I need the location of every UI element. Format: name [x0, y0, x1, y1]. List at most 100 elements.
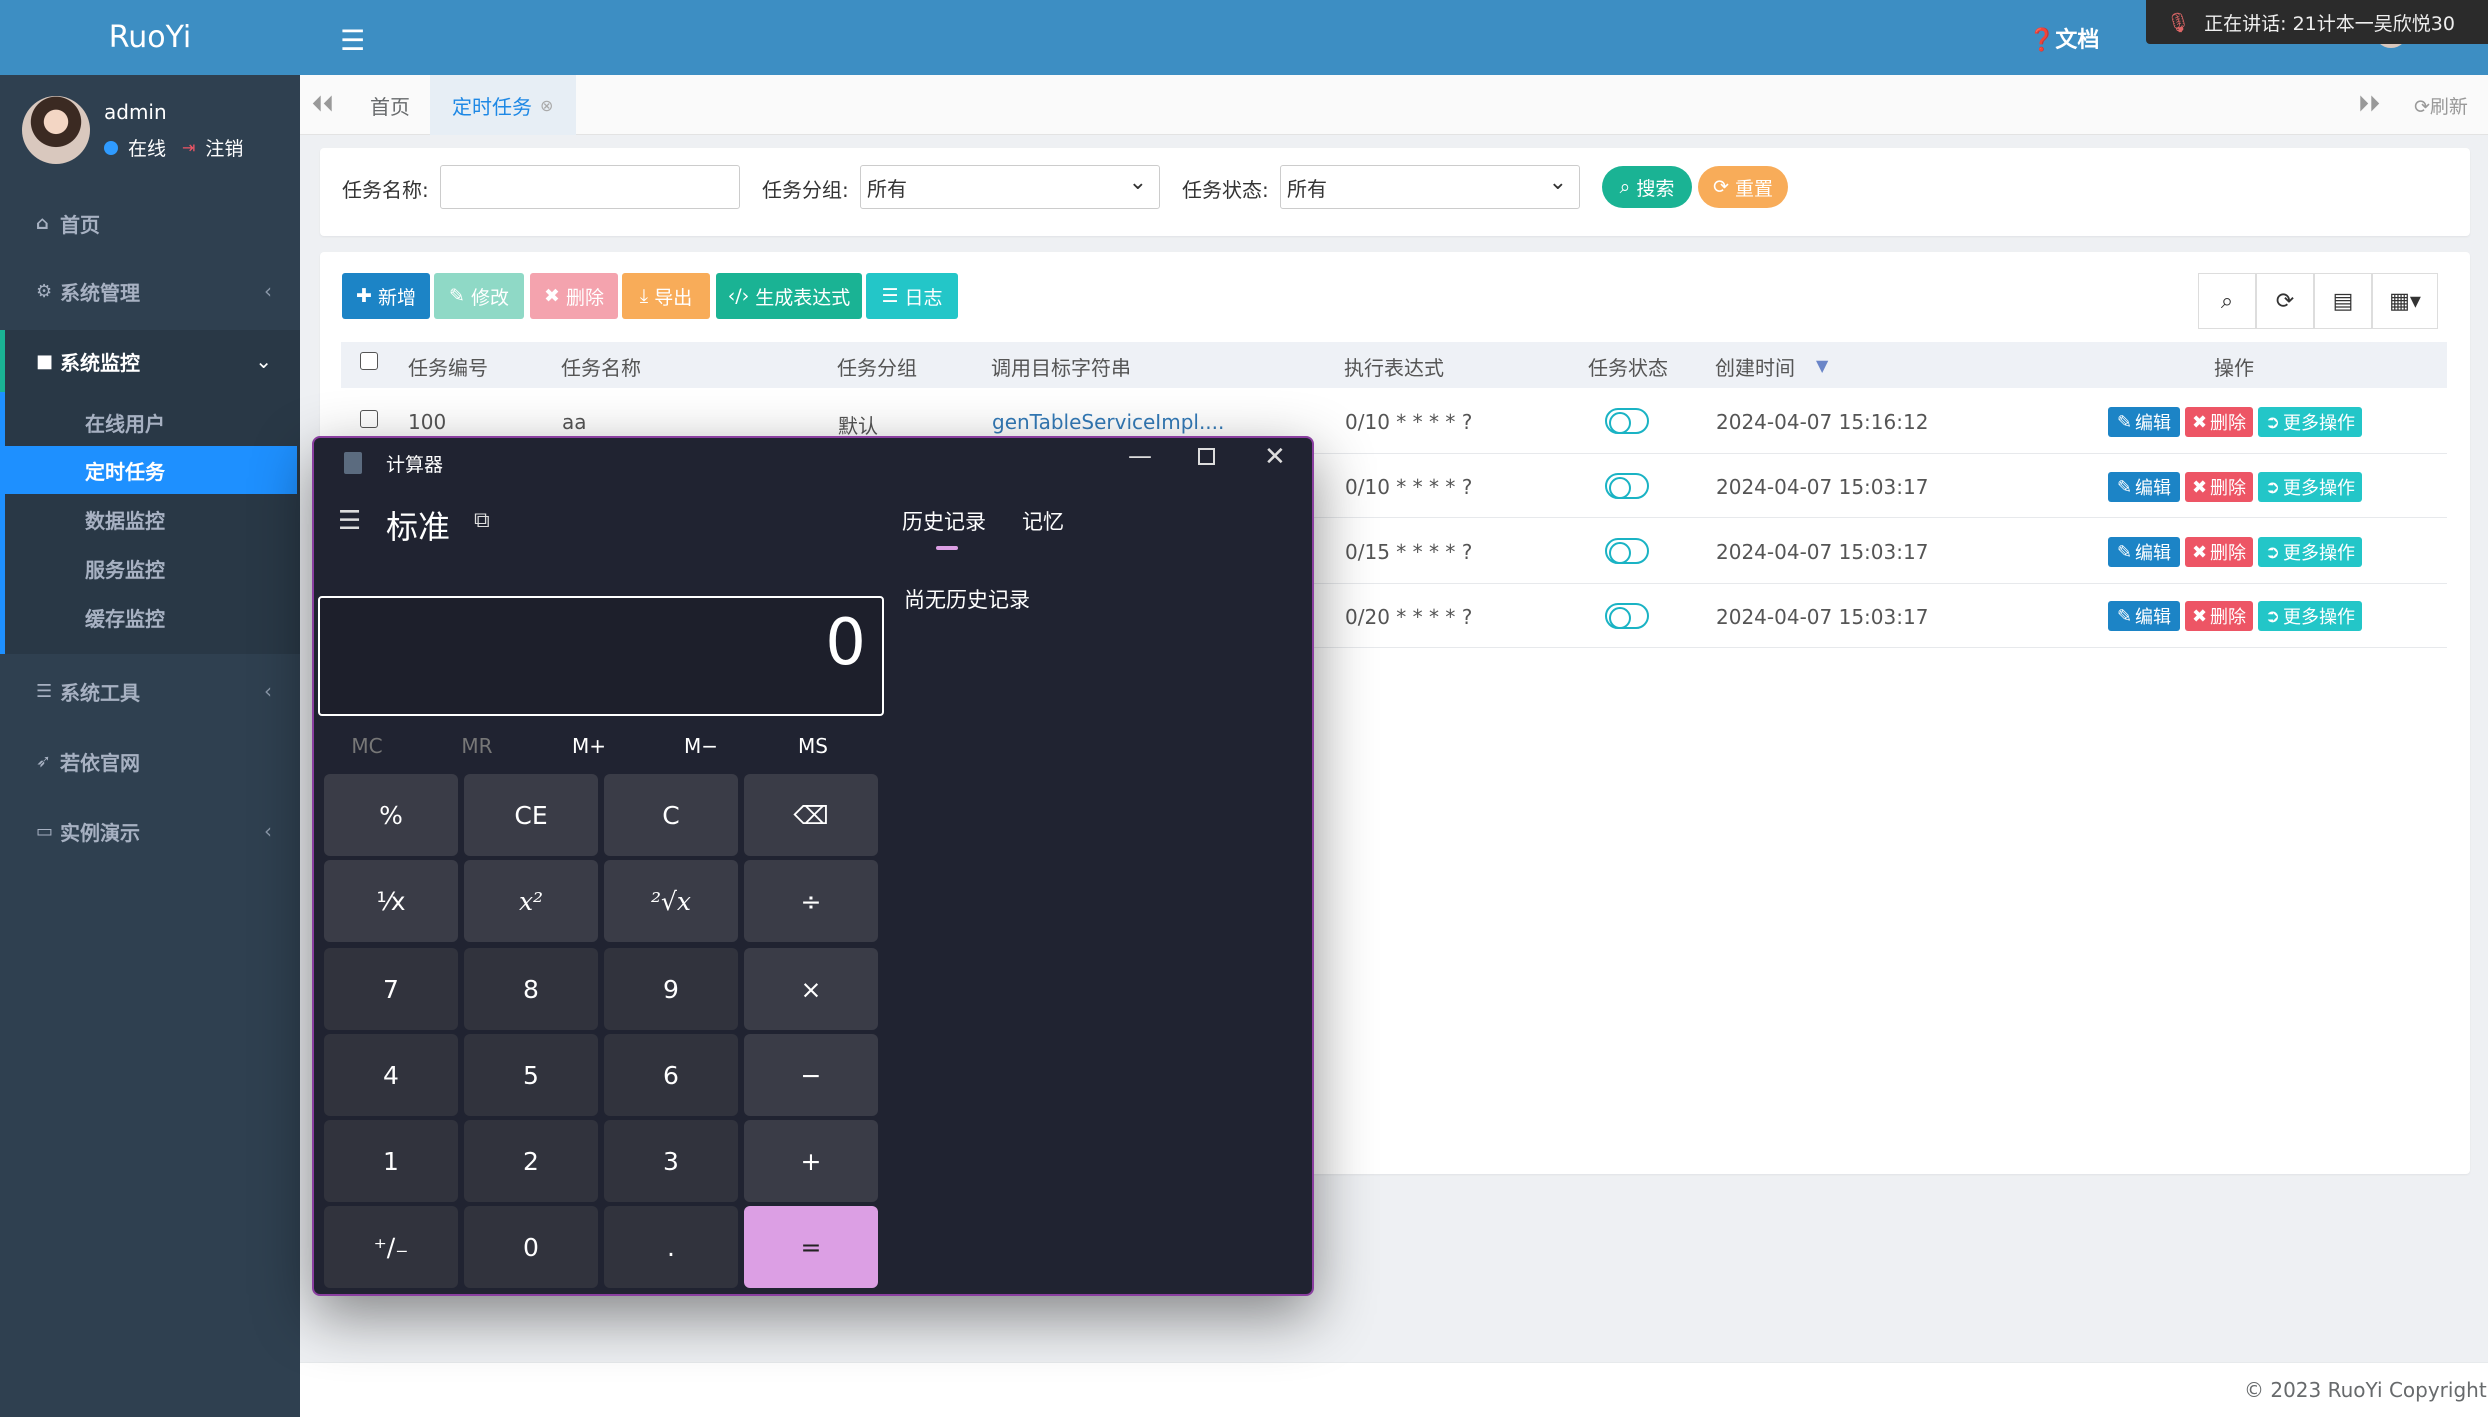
- tab-scroll-left-icon[interactable]: ⏴⏴: [312, 92, 334, 117]
- col-status[interactable]: 任务状态: [1588, 352, 1668, 381]
- digit-6-key[interactable]: 6: [604, 1034, 738, 1116]
- row-more-button[interactable]: ➲ 更多操作: [2258, 601, 2362, 631]
- close-icon[interactable]: ✕: [1264, 442, 1286, 472]
- tab-jobs[interactable]: 定时任务 ⊗: [430, 75, 576, 135]
- digit-0-key[interactable]: 0: [464, 1206, 598, 1288]
- reset-button[interactable]: ⟳ 重置: [1698, 166, 1788, 208]
- row-more-button[interactable]: ➲ 更多操作: [2258, 407, 2362, 437]
- keep-on-top-icon[interactable]: ⧉: [474, 508, 490, 533]
- status-toggle[interactable]: [1605, 473, 1649, 499]
- docs-link[interactable]: ❓文档: [2028, 22, 2099, 54]
- task-group-select[interactable]: 所有: [860, 165, 1160, 209]
- status-toggle[interactable]: [1605, 603, 1649, 629]
- row-edit-button[interactable]: ✎ 编辑: [2108, 601, 2180, 631]
- row-edit-button[interactable]: ✎ 编辑: [2108, 407, 2180, 437]
- digit-9-key[interactable]: 9: [604, 948, 738, 1030]
- col-group[interactable]: 任务分组: [837, 352, 917, 381]
- row-checkbox[interactable]: [360, 410, 378, 428]
- digit-2-key[interactable]: 2: [464, 1120, 598, 1202]
- row-edit-button[interactable]: ✎ 编辑: [2108, 537, 2180, 567]
- close-icon[interactable]: ⊗: [540, 96, 553, 115]
- row-delete-button[interactable]: ✖ 删除: [2185, 601, 2253, 631]
- columns-button[interactable]: ▦▾: [2372, 273, 2438, 329]
- sidebar-sub-cache[interactable]: 缓存监控: [5, 593, 297, 641]
- tab-home[interactable]: 首页: [348, 75, 432, 135]
- logout-link[interactable]: 注销: [205, 134, 243, 161]
- cell-target[interactable]: genTableServiceImpl....: [992, 410, 1224, 434]
- status-toggle[interactable]: [1605, 408, 1649, 434]
- refresh-table-button[interactable]: ⟳: [2256, 273, 2314, 329]
- multiply-key[interactable]: ×: [744, 948, 878, 1030]
- sidebar-sub-data[interactable]: 数据监控: [5, 495, 297, 543]
- backspace-key[interactable]: ⌫: [744, 774, 878, 856]
- generate-cron-button[interactable]: ‹/› 生成表达式: [716, 273, 862, 319]
- row-edit-button[interactable]: ✎ 编辑: [2108, 472, 2180, 502]
- col-name[interactable]: 任务名称: [561, 352, 641, 381]
- digit-5-key[interactable]: 5: [464, 1034, 598, 1116]
- ms-button[interactable]: MS: [778, 734, 848, 758]
- plus-key[interactable]: +: [744, 1120, 878, 1202]
- row-more-button[interactable]: ➲ 更多操作: [2258, 537, 2362, 567]
- col-target[interactable]: 调用目标字符串: [991, 352, 1131, 381]
- digit-8-key[interactable]: 8: [464, 948, 598, 1030]
- task-status-select[interactable]: 所有: [1280, 165, 1580, 209]
- sort-desc-icon[interactable]: ▼: [1816, 356, 1828, 375]
- sidebar-item-system[interactable]: ⚙ 系统管理 ‹: [0, 260, 300, 322]
- refresh-tab-button[interactable]: ⟳刷新: [2414, 92, 2468, 119]
- sidebar-item-demo[interactable]: ▭ 实例演示 ‹: [0, 800, 300, 862]
- row-delete-button[interactable]: ✖ 删除: [2185, 407, 2253, 437]
- ce-key[interactable]: CE: [464, 774, 598, 856]
- clear-key[interactable]: C: [604, 774, 738, 856]
- decimal-key[interactable]: .: [604, 1206, 738, 1288]
- menu-toggle-icon[interactable]: ☰: [340, 24, 365, 57]
- percent-key[interactable]: %: [324, 774, 458, 856]
- sidebar-sub-online[interactable]: 在线用户: [5, 398, 297, 446]
- avatar[interactable]: [22, 96, 90, 164]
- minimize-icon[interactable]: —: [1128, 442, 1152, 470]
- tab-memory[interactable]: 记忆: [1022, 506, 1064, 536]
- col-cron[interactable]: 执行表达式: [1344, 352, 1444, 381]
- reciprocal-key[interactable]: ¹⁄x: [324, 860, 458, 942]
- add-button[interactable]: ✚ 新增: [342, 273, 430, 319]
- task-name-input[interactable]: [440, 165, 740, 209]
- digit-4-key[interactable]: 4: [324, 1034, 458, 1116]
- edit-button[interactable]: ✎ 修改: [434, 273, 524, 319]
- sidebar-item-website[interactable]: ➶ 若依官网: [0, 730, 300, 792]
- col-id[interactable]: 任务编号: [408, 352, 488, 381]
- negate-key[interactable]: ⁺∕₋: [324, 1206, 458, 1288]
- square-key[interactable]: x²: [464, 860, 598, 942]
- m-plus-button[interactable]: M+: [554, 734, 624, 758]
- export-button[interactable]: ⤓ 导出: [622, 273, 710, 319]
- menu-icon[interactable]: ☰: [338, 506, 361, 536]
- digit-7-key[interactable]: 7: [324, 948, 458, 1030]
- row-delete-button[interactable]: ✖ 删除: [2185, 537, 2253, 567]
- digit-3-key[interactable]: 3: [604, 1120, 738, 1202]
- tab-scroll-right-icon[interactable]: ⏵⏵: [2358, 92, 2380, 117]
- sidebar-item-tools[interactable]: ☰ 系统工具 ‹: [0, 660, 300, 722]
- mr-button[interactable]: MR: [442, 734, 512, 758]
- row-more-button[interactable]: ➲ 更多操作: [2258, 472, 2362, 502]
- row-delete-button[interactable]: ✖ 删除: [2185, 472, 2253, 502]
- tab-history[interactable]: 历史记录: [902, 506, 986, 536]
- app-logo[interactable]: RuoYi: [0, 0, 300, 75]
- sidebar-item-home[interactable]: ⌂ 首页: [0, 192, 300, 254]
- equals-key[interactable]: =: [744, 1206, 878, 1288]
- minus-key[interactable]: −: [744, 1034, 878, 1116]
- digit-1-key[interactable]: 1: [324, 1120, 458, 1202]
- search-button[interactable]: ⌕ 搜索: [1602, 166, 1692, 208]
- mc-button[interactable]: MC: [332, 734, 402, 758]
- divide-key[interactable]: ÷: [744, 860, 878, 942]
- toggle-search-button[interactable]: ⌕: [2198, 273, 2256, 329]
- m-minus-button[interactable]: M−: [666, 734, 736, 758]
- sidebar-item-monitor[interactable]: ■ 系统监控 ⌄: [0, 330, 300, 392]
- col-created[interactable]: 创建时间: [1715, 352, 1795, 381]
- sidebar-sub-jobs[interactable]: 定时任务: [5, 446, 297, 494]
- toggle-view-button[interactable]: ▤: [2314, 273, 2372, 329]
- delete-button[interactable]: ✖ 删除: [530, 273, 618, 319]
- log-button[interactable]: ☰ 日志: [866, 273, 958, 319]
- maximize-icon[interactable]: [1198, 448, 1215, 465]
- status-toggle[interactable]: [1605, 538, 1649, 564]
- sidebar-sub-server[interactable]: 服务监控: [5, 544, 297, 592]
- select-all-checkbox[interactable]: [360, 352, 378, 370]
- sqrt-key[interactable]: ²√x: [604, 860, 738, 942]
